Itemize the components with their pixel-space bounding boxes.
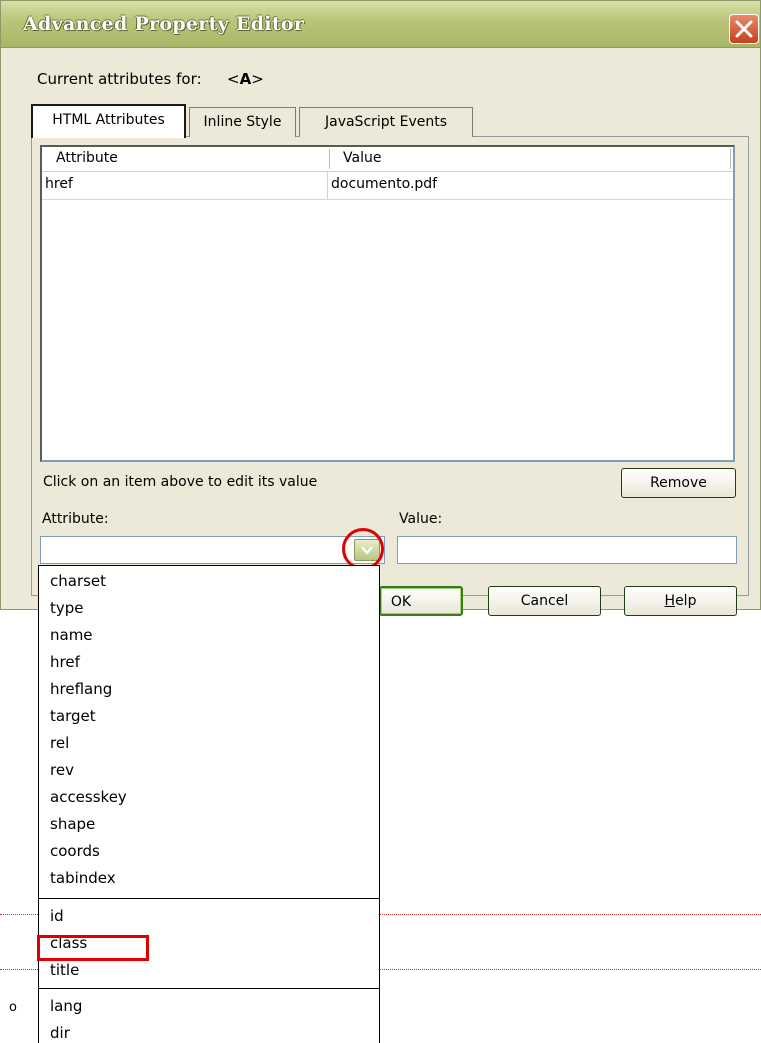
annotation-box xyxy=(37,935,149,961)
page-guide-line xyxy=(380,969,761,970)
list-item[interactable]: hreflang xyxy=(50,680,112,698)
hint-text: Click on an item above to edit its value xyxy=(43,474,318,490)
current-tag: <A> xyxy=(227,70,264,88)
value-label: Value: xyxy=(399,511,443,527)
list-item[interactable]: dir xyxy=(50,1024,70,1042)
help-button[interactable]: Help xyxy=(624,586,737,616)
attribute-dropdown-list[interactable]: charset type name href hreflang target r… xyxy=(38,565,380,1043)
tag-open: < xyxy=(227,70,240,88)
attribute-label: Attribute: xyxy=(42,511,109,527)
list-item[interactable]: coords xyxy=(50,842,100,860)
list-item[interactable]: target xyxy=(50,707,96,725)
column-divider xyxy=(730,149,731,169)
tab-inline-style[interactable]: Inline Style xyxy=(189,107,296,137)
page-guide-line xyxy=(0,914,38,915)
page-guide-line xyxy=(380,914,761,915)
tag-name: A xyxy=(239,70,252,88)
list-item[interactable]: type xyxy=(50,599,84,617)
column-header-value[interactable]: Value xyxy=(343,150,381,166)
value-input[interactable] xyxy=(397,536,737,564)
list-item[interactable]: href xyxy=(50,653,80,671)
column-header-attribute[interactable]: Attribute xyxy=(56,150,118,166)
ok-button[interactable]: OK xyxy=(379,586,463,616)
page-bullet: o xyxy=(9,1000,17,1015)
list-item[interactable]: lang xyxy=(50,997,82,1015)
list-item[interactable]: accesskey xyxy=(50,788,127,806)
list-item[interactable]: shape xyxy=(50,815,95,833)
tab-html-attributes[interactable]: HTML Attributes xyxy=(31,104,186,138)
annotation-circle xyxy=(342,528,384,570)
list-separator xyxy=(39,988,379,989)
list-item[interactable]: charset xyxy=(50,572,106,590)
help-mnemonic: H xyxy=(664,593,676,609)
list-item[interactable]: title xyxy=(50,961,79,979)
list-item[interactable]: name xyxy=(50,626,93,644)
tag-close: > xyxy=(251,70,264,88)
list-item[interactable]: tabindex xyxy=(50,869,116,887)
help-label-rest: elp xyxy=(675,593,697,609)
table-row[interactable]: href documento.pdf xyxy=(42,172,733,200)
cell-attribute: href xyxy=(45,176,73,192)
remove-button[interactable]: Remove xyxy=(621,468,736,498)
attributes-table[interactable]: Attribute Value href documento.pdf xyxy=(40,145,735,462)
attribute-combobox[interactable] xyxy=(40,536,385,564)
tab-javascript-events[interactable]: JavaScript Events xyxy=(299,107,473,137)
page-guide-line xyxy=(0,969,38,970)
column-divider[interactable] xyxy=(329,149,330,169)
list-item[interactable]: id xyxy=(50,907,64,925)
current-attributes-row: Current attributes for: <A> xyxy=(37,70,264,88)
advanced-property-editor-dialog: Advanced Property Editor Current attribu… xyxy=(0,0,761,616)
list-item[interactable]: rel xyxy=(50,734,69,752)
cell-divider xyxy=(327,172,328,199)
current-attributes-label: Current attributes for: xyxy=(37,70,202,88)
list-separator xyxy=(39,898,379,899)
ok-label: OK xyxy=(390,594,412,610)
title-bar[interactable]: Advanced Property Editor xyxy=(1,1,760,48)
cell-value: documento.pdf xyxy=(331,176,438,192)
list-item[interactable]: rev xyxy=(50,761,74,779)
close-icon xyxy=(735,20,753,38)
close-button[interactable] xyxy=(729,14,759,44)
window-title: Advanced Property Editor xyxy=(23,13,305,35)
table-header: Attribute Value xyxy=(42,147,733,172)
cancel-button[interactable]: Cancel xyxy=(488,586,601,616)
